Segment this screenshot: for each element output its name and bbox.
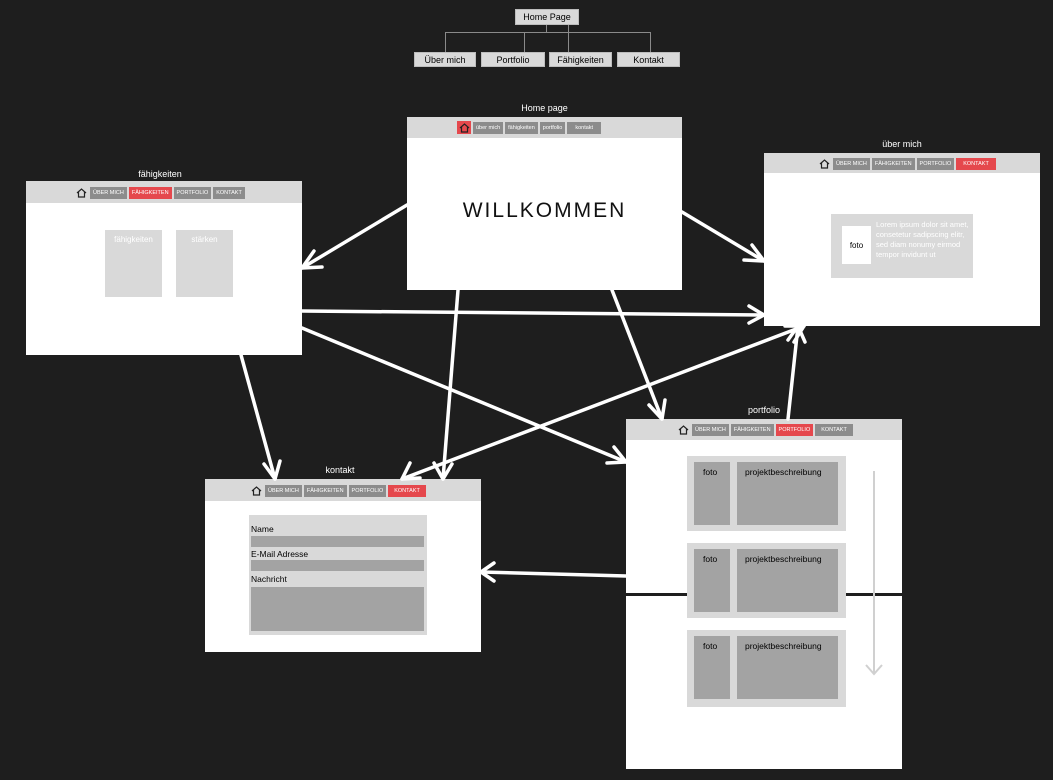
arrow-home-to-ueber-mich	[680, 210, 766, 263]
navigation-arrows	[239, 203, 807, 583]
arrow-home-to-portfolio	[610, 288, 667, 421]
arrow-portfolio-to-kontakt	[479, 561, 628, 583]
arrow-ueber-mich-to-kontakt	[400, 324, 806, 481]
arrow-faehigkeiten-to-ueber-mich	[300, 304, 766, 325]
arrow-faehigkeiten-to-portfolio	[300, 326, 628, 465]
arrow-home-to-faehigkeiten	[300, 203, 409, 270]
arrow-faehigkeiten-to-kontakt	[239, 353, 282, 481]
